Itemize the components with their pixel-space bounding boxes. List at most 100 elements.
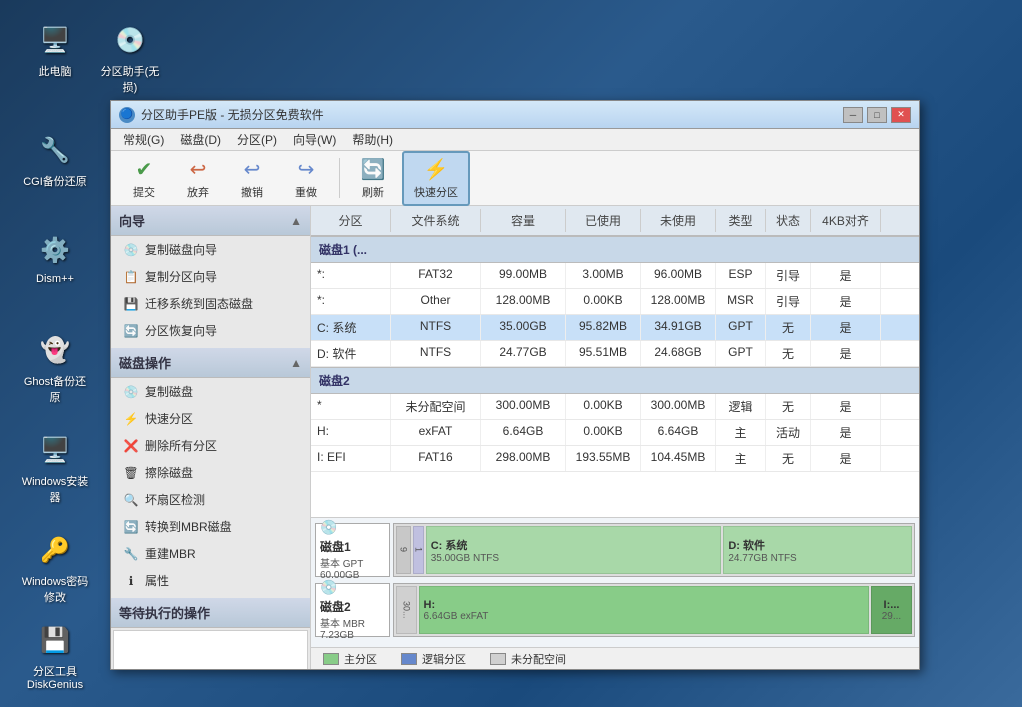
- disk-segment[interactable]: 1: [413, 526, 423, 574]
- menu-partition[interactable]: 分区(P): [229, 129, 285, 150]
- pt-cell-capacity: 35.00GB: [481, 315, 566, 340]
- legend-color-unallocated: [490, 653, 506, 665]
- desktop-icon-partition-wizard[interactable]: 💿 分区助手(无损): [95, 20, 165, 95]
- disk-segment-unalloc[interactable]: 30...: [396, 586, 417, 634]
- partition-wizard-icon: 💿: [110, 20, 150, 60]
- delete-all-icon: ❌: [123, 438, 139, 454]
- sidebar-item-properties[interactable]: ℹ 属性: [111, 567, 310, 594]
- pt-cell-status: 无: [766, 446, 811, 471]
- desktop-icon-ghost[interactable]: 👻 Ghost备份还原: [20, 330, 90, 405]
- disk2-visual-size: 7.23GB: [320, 630, 385, 641]
- menu-help[interactable]: 帮助(H): [344, 129, 401, 150]
- redo-icon: ↪: [298, 157, 315, 182]
- disk-segment[interactable]: 9: [396, 526, 411, 574]
- pt-cell-type: 主: [716, 420, 766, 445]
- pt-cell-partition: H:: [311, 420, 391, 445]
- table-row[interactable]: D: 软件 NTFS 24.77GB 95.51MB 24.68GB GPT 无…: [311, 341, 919, 367]
- copy-disk-op-icon: 💿: [123, 384, 139, 400]
- table-row[interactable]: *: FAT32 99.00MB 3.00MB 96.00MB ESP 引导 是: [311, 263, 919, 289]
- menu-general[interactable]: 常规(G): [115, 129, 172, 150]
- disk-segment-h[interactable]: H: 6.64GB exFAT: [419, 586, 869, 634]
- legend-item-unallocated: 未分配空间: [490, 651, 566, 667]
- restore-partition-icon: 🔄: [123, 323, 139, 339]
- window-title: 分区助手PE版 - 无损分区免费软件: [141, 106, 843, 123]
- minimize-button[interactable]: ─: [843, 107, 863, 123]
- refresh-button[interactable]: 🔄 刷新: [348, 152, 398, 205]
- main-panel: 分区 文件系统 容量 已使用 未使用 类型 状态 4KB对齐 磁盘1 (... …: [311, 206, 919, 669]
- pt-cell-partition: *:: [311, 289, 391, 314]
- desktop-icon-my-computer[interactable]: 🖥️ 此电脑: [20, 20, 90, 79]
- sidebar-item-copy-partition[interactable]: 📋 复制分区向导: [111, 263, 310, 290]
- menu-bar: 常规(G) 磁盘(D) 分区(P) 向导(W) 帮助(H): [111, 129, 919, 151]
- table-row[interactable]: *: Other 128.00MB 0.00KB 128.00MB MSR 引导…: [311, 289, 919, 315]
- sidebar-item-convert-mbr[interactable]: 🔄 转换到MBR磁盘: [111, 513, 310, 540]
- wipe-disk-icon: 🗑: [123, 465, 139, 481]
- desktop-icon-cgi-backup[interactable]: 🔧 CGI备份还原: [20, 130, 90, 189]
- pt-cell-fs: 未分配空间: [391, 394, 481, 419]
- pt-cell-used: 0.00KB: [566, 289, 641, 314]
- sidebar-item-copy-disk[interactable]: 💿 复制磁盘向导: [111, 236, 310, 263]
- disk-segment-d-info: 24.77GB NTFS: [728, 553, 796, 564]
- diskgenius-icon: 💾: [35, 620, 75, 660]
- legend-bar: 主分区 逻辑分区 未分配空间: [311, 647, 919, 669]
- bad-sector-icon: 🔍: [123, 492, 139, 508]
- pt-cell-align4k: 是: [811, 446, 881, 471]
- pt-header-partition: 分区: [311, 209, 391, 232]
- pt-cell-type: GPT: [716, 315, 766, 340]
- table-row[interactable]: I: EFI FAT16 298.00MB 193.55MB 104.45MB …: [311, 446, 919, 472]
- undo-button[interactable]: ↩ 撤销: [227, 152, 277, 205]
- desktop-icon-dism[interactable]: ⚙️ Dism++: [20, 230, 90, 285]
- sidebar-item-restore-partition[interactable]: 🔄 分区恢复向导: [111, 317, 310, 344]
- table-row[interactable]: C: 系统 NTFS 35.00GB 95.82MB 34.91GB GPT 无…: [311, 315, 919, 341]
- pt-cell-free: 6.64GB: [641, 420, 716, 445]
- sidebar-item-rebuild-mbr[interactable]: 🔧 重建MBR: [111, 540, 310, 567]
- sidebar-item-bad-sector[interactable]: 🔍 坏扇区检测: [111, 486, 310, 513]
- toolbar-separator: [339, 158, 340, 198]
- desktop-icon-windows-installer[interactable]: 🖥️ Windows安装器: [20, 430, 90, 505]
- desktop-icon-windows-password[interactable]: 🔑 Windows密码修改: [20, 530, 90, 605]
- pt-cell-align4k: 是: [811, 315, 881, 340]
- maximize-button[interactable]: □: [867, 107, 887, 123]
- my-computer-icon: 🖥️: [35, 20, 75, 60]
- pt-cell-align4k: 是: [811, 420, 881, 445]
- sidebar-item-migrate-os[interactable]: 💾 迁移系统到固态磁盘: [111, 290, 310, 317]
- pt-cell-status: 活动: [766, 420, 811, 445]
- sidebar-item-wipe-disk[interactable]: 🗑 擦除磁盘: [111, 459, 310, 486]
- disk-segment-c[interactable]: C: 系统 35.00GB NTFS: [426, 526, 722, 574]
- submit-button[interactable]: ✔ 提交: [119, 152, 169, 205]
- sidebar-section-wizard[interactable]: 向导 ▲: [111, 206, 310, 236]
- menu-disk[interactable]: 磁盘(D): [172, 129, 229, 150]
- disk-segment-h-info: 6.64GB exFAT: [424, 611, 489, 622]
- pt-cell-status: 无: [766, 315, 811, 340]
- close-button[interactable]: ✕: [891, 107, 911, 123]
- disk-segment-h-label: H:: [424, 599, 436, 611]
- sidebar-item-delete-all[interactable]: ❌ 删除所有分区: [111, 432, 310, 459]
- pt-cell-type: GPT: [716, 341, 766, 366]
- disk2-bar-container: 30... H: 6.64GB exFAT I:... 29...: [393, 583, 915, 637]
- sidebar-section-pending[interactable]: 等待执行的操作: [111, 598, 310, 628]
- disk1-visual-icon: 💿: [320, 519, 385, 536]
- desktop-icon-diskgenius[interactable]: 💾 分区工具DiskGenius: [20, 620, 90, 691]
- disk-segment-d[interactable]: D: 软件 24.77GB NTFS: [723, 526, 912, 574]
- redo-button[interactable]: ↪ 重做: [281, 152, 331, 205]
- quick-partition-button[interactable]: ⚡ 快速分区: [402, 151, 470, 206]
- convert-mbr-icon: 🔄: [123, 519, 139, 535]
- pt-cell-free: 34.91GB: [641, 315, 716, 340]
- disk2-label-box: 💿 磁盘2 基本 MBR 7.23GB: [315, 583, 390, 637]
- collapse-icon-disk-ops: ▲: [290, 356, 302, 370]
- pt-cell-capacity: 300.00MB: [481, 394, 566, 419]
- pt-cell-align4k: 是: [811, 394, 881, 419]
- toolbar: ✔ 提交 ↩ 放弃 ↩ 撤销 ↪ 重做 🔄 刷新 ⚡ 快速分区: [111, 151, 919, 206]
- disk-segment-i[interactable]: I:... 29...: [871, 586, 912, 634]
- legend-color-logical: [401, 653, 417, 665]
- sidebar: 向导 ▲ 💿 复制磁盘向导 📋 复制分区向导 💾 迁移系统到固态磁盘 🔄 分区恢…: [111, 206, 311, 669]
- table-row[interactable]: H: exFAT 6.64GB 0.00KB 6.64GB 主 活动 是: [311, 420, 919, 446]
- pt-cell-fs: FAT16: [391, 446, 481, 471]
- discard-button[interactable]: ↩ 放弃: [173, 152, 223, 205]
- sidebar-section-disk-ops[interactable]: 磁盘操作 ▲: [111, 348, 310, 378]
- sidebar-item-copy-disk-op[interactable]: 💿 复制磁盘: [111, 378, 310, 405]
- menu-wizard[interactable]: 向导(W): [285, 129, 344, 150]
- sidebar-item-quick-partition[interactable]: ⚡ 快速分区: [111, 405, 310, 432]
- table-row[interactable]: * 未分配空间 300.00MB 0.00KB 300.00MB 逻辑 无 是: [311, 394, 919, 420]
- legend-item-logical: 逻辑分区: [401, 651, 466, 667]
